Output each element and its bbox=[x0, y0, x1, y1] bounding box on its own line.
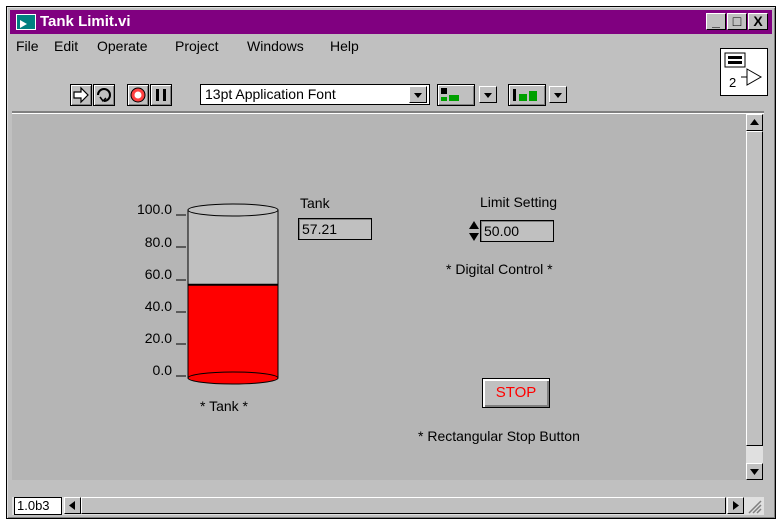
menu-operate[interactable]: Operate bbox=[97, 38, 148, 54]
tank-scale-label: 0.0 bbox=[152, 362, 172, 378]
limit-setting-label: Limit Setting bbox=[480, 194, 558, 210]
vertical-scrollbar[interactable] bbox=[746, 114, 763, 480]
horizontal-scrollbar[interactable]: 1.0b3 bbox=[12, 497, 764, 515]
minimize-button[interactable]: _ bbox=[706, 13, 726, 30]
resize-grip-icon[interactable] bbox=[746, 498, 762, 514]
front-panel bbox=[12, 114, 746, 480]
font-dropdown-value: 13pt Application Font bbox=[205, 86, 336, 102]
tank-value-display: 57.21 bbox=[298, 218, 372, 240]
vi-icon-number: 2 bbox=[729, 75, 737, 90]
menu-edit[interactable]: Edit bbox=[54, 38, 78, 54]
tank-scale-label: 60.0 bbox=[144, 266, 172, 282]
menu-help[interactable]: Help bbox=[330, 38, 359, 54]
increment-decrement-arrows-icon[interactable] bbox=[468, 220, 480, 242]
run-continuously-icon[interactable] bbox=[93, 84, 115, 106]
tank-fill bbox=[188, 284, 278, 378]
scroll-down-arrow-icon[interactable] bbox=[746, 463, 763, 480]
abort-stop-icon[interactable] bbox=[127, 84, 149, 106]
menu-file[interactable]: File bbox=[16, 38, 39, 54]
horizontal-scroll-thumb[interactable] bbox=[81, 497, 726, 514]
tank-caption: * Tank * bbox=[200, 398, 248, 414]
font-dropdown[interactable]: 13pt Application Font bbox=[200, 84, 430, 105]
tank-indicator-label: Tank bbox=[300, 195, 330, 211]
title-bar[interactable]: Tank Limit.vi _ □ X bbox=[10, 10, 772, 34]
distribute-objects-icon[interactable] bbox=[508, 84, 546, 106]
tank-scale-label: 20.0 bbox=[144, 330, 172, 346]
scroll-up-arrow-icon[interactable] bbox=[746, 114, 763, 131]
window-title: Tank Limit.vi bbox=[40, 13, 131, 30]
vi-app-icon bbox=[16, 14, 36, 30]
tank-scale-label: 40.0 bbox=[144, 298, 172, 314]
distribute-dropdown-arrow-icon[interactable] bbox=[549, 86, 567, 103]
tank-scale-label: 100.0 bbox=[136, 201, 172, 217]
close-button[interactable]: X bbox=[748, 13, 768, 30]
tank-scale-label: 80.0 bbox=[144, 234, 172, 250]
tank-scale-ticks bbox=[176, 214, 186, 377]
tank-indicator bbox=[176, 203, 279, 385]
vertical-scroll-thumb[interactable] bbox=[746, 131, 763, 446]
pause-icon[interactable] bbox=[150, 84, 172, 106]
maximize-button[interactable]: □ bbox=[727, 13, 747, 30]
stop-button-caption: * Rectangular Stop Button bbox=[418, 428, 580, 444]
font-dropdown-arrow-icon[interactable] bbox=[409, 86, 427, 103]
scroll-right-arrow-icon[interactable] bbox=[727, 497, 744, 514]
stop-button[interactable]: STOP bbox=[482, 378, 550, 408]
digital-control-caption: * Digital Control * bbox=[446, 261, 553, 277]
menu-project[interactable]: Project bbox=[175, 38, 219, 54]
menu-windows[interactable]: Windows bbox=[247, 38, 304, 54]
limit-setting-input[interactable]: 50.00 bbox=[480, 220, 554, 242]
version-label: 1.0b3 bbox=[14, 497, 62, 515]
align-dropdown-arrow-icon[interactable] bbox=[479, 86, 497, 103]
vi-connector-icon[interactable]: 2 bbox=[720, 48, 768, 96]
run-arrow-icon[interactable] bbox=[70, 84, 92, 106]
align-objects-icon[interactable] bbox=[437, 84, 475, 106]
scroll-left-arrow-icon[interactable] bbox=[64, 497, 81, 514]
